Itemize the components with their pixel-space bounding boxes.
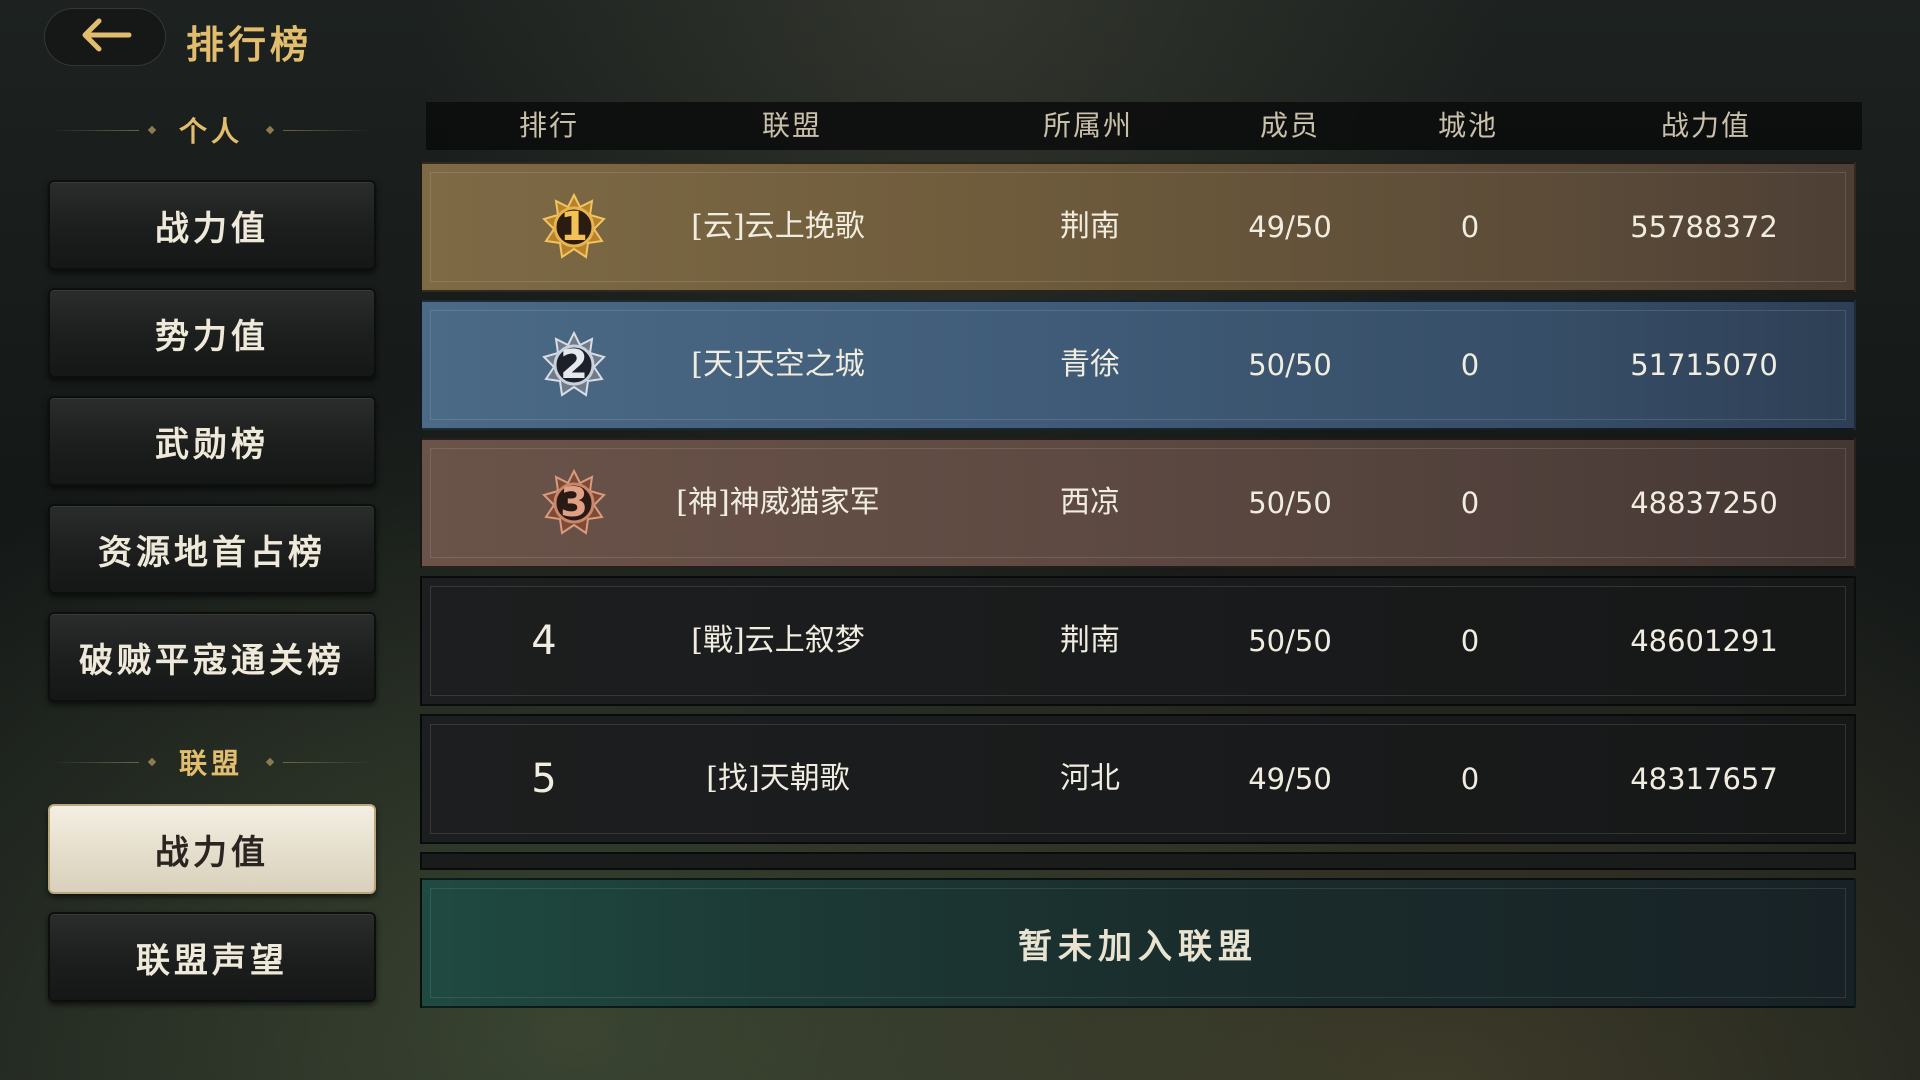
sidebar-item-bandit-clear[interactable]: 破贼平寇通关榜 [48, 612, 376, 702]
sidebar-item-alliance-reputation[interactable]: 联盟声望 [48, 912, 376, 1002]
state-name: 青徐 [1060, 347, 1120, 382]
column-header-state: 所属州 [1042, 109, 1134, 142]
sidebar-item-label: 武勋榜 [155, 424, 269, 465]
gold-medal-icon: 1 [540, 192, 608, 261]
table-row[interactable]: 3 [神]神威猫家军 西凉 50/50 0 48837250 [420, 438, 1856, 568]
state-name: 荆南 [1060, 209, 1120, 244]
section-header-alliance: 联盟 [50, 742, 373, 782]
rank-number: 3 [560, 480, 588, 526]
state-name: 荆南 [1060, 623, 1120, 658]
sidebar-item-label: 联盟声望 [136, 940, 288, 981]
column-header-power: 战力值 [1660, 109, 1752, 142]
rank-number: 4 [531, 618, 557, 664]
power-value: 55788372 [1630, 210, 1778, 244]
my-alliance-panel: 暂未加入联盟 [420, 878, 1856, 1008]
table-row[interactable]: 4 [戰]云上叙梦 荆南 50/50 0 48601291 [420, 576, 1856, 706]
rank-number: 5 [531, 756, 557, 802]
member-count: 50/50 [1248, 348, 1332, 382]
state-name: 河北 [1060, 761, 1120, 796]
city-count: 0 [1460, 624, 1480, 658]
bronze-medal-icon: 3 [540, 468, 608, 537]
alliance-name: [天]天空之城 [691, 347, 865, 382]
alliance-name: [找]天朝歌 [706, 761, 850, 796]
sidebar-item-label: 战力值 [155, 832, 269, 873]
column-header-cities: 城池 [1437, 109, 1499, 142]
member-count: 50/50 [1248, 624, 1332, 658]
power-value: 48837250 [1630, 486, 1778, 520]
alliance-name: [戰]云上叙梦 [691, 623, 865, 658]
silver-medal-icon: 2 [540, 330, 608, 399]
table-row[interactable]: 5 [找]天朝歌 河北 49/50 0 48317657 [420, 714, 1856, 844]
member-count: 49/50 [1248, 762, 1332, 796]
state-name: 西凉 [1060, 485, 1120, 520]
sidebar-item-merit[interactable]: 武勋榜 [48, 396, 376, 486]
column-header-members: 成员 [1259, 109, 1321, 142]
city-count: 0 [1460, 762, 1480, 796]
sidebar-item-influence[interactable]: 势力值 [48, 288, 376, 378]
arrow-left-icon [77, 17, 133, 57]
page-title: 排行榜 [186, 22, 313, 67]
alliance-name: [云]云上挽歌 [691, 209, 865, 244]
table-row[interactable]: 2 [天]天空之城 青徐 50/50 0 51715070 [420, 300, 1856, 430]
section-label-alliance: 联盟 [179, 747, 244, 780]
city-count: 0 [1460, 486, 1480, 520]
no-alliance-status: 暂未加入联盟 [1018, 926, 1258, 967]
power-value: 48317657 [1630, 762, 1778, 796]
rank-number: 1 [560, 204, 588, 250]
table-row-partial [420, 852, 1856, 870]
city-count: 0 [1460, 210, 1480, 244]
section-header-personal: 个人 [50, 110, 373, 150]
table-header: 排行 联盟 所属州 成员 城池 战力值 [426, 102, 1862, 150]
sidebar-item-resource-first[interactable]: 资源地首占榜 [48, 504, 376, 594]
sidebar-item-alliance-power[interactable]: 战力值 [48, 804, 376, 894]
table-row[interactable]: 1 [云]云上挽歌 荆南 49/50 0 55788372 [420, 162, 1856, 292]
sidebar-item-label: 战力值 [155, 208, 269, 249]
sidebar-item-label: 资源地首占榜 [98, 532, 326, 573]
power-value: 51715070 [1630, 348, 1778, 382]
sidebar-item-label: 破贼平寇通关榜 [79, 640, 345, 681]
back-button[interactable] [44, 8, 166, 66]
rank-number: 2 [560, 342, 588, 388]
column-header-alliance: 联盟 [761, 109, 823, 142]
sidebar-item-label: 势力值 [155, 316, 269, 357]
city-count: 0 [1460, 348, 1480, 382]
alliance-name: [神]神威猫家军 [676, 485, 880, 520]
power-value: 48601291 [1630, 624, 1778, 658]
section-label-personal: 个人 [179, 115, 244, 148]
column-header-rank: 排行 [518, 109, 580, 142]
sidebar-item-personal-power[interactable]: 战力值 [48, 180, 376, 270]
member-count: 49/50 [1248, 210, 1332, 244]
member-count: 50/50 [1248, 486, 1332, 520]
